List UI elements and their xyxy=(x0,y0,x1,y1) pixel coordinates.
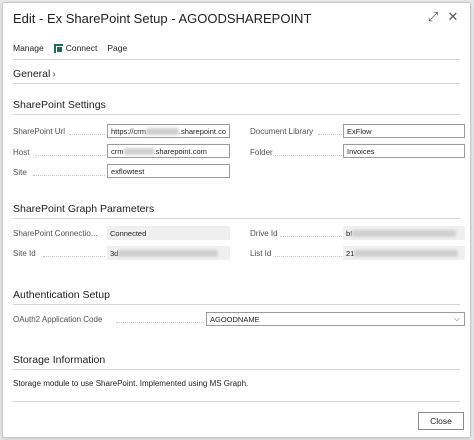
divider xyxy=(13,114,460,115)
oauth2-application-code-select[interactable]: AGOODNAME ⌵ xyxy=(206,312,465,326)
document-library-field[interactable]: ExFlow xyxy=(343,124,465,138)
divider xyxy=(13,83,460,84)
label-leader xyxy=(318,134,342,135)
label-leader xyxy=(43,256,105,257)
general-title: General xyxy=(13,68,51,80)
label-leader xyxy=(35,155,105,156)
label-leader xyxy=(280,236,342,237)
redacted-text xyxy=(354,249,459,257)
sharepoint-connection-label: SharePoint Connectio... xyxy=(13,229,98,238)
close-button[interactable]: Close xyxy=(418,412,464,430)
chevron-down-icon: ⌵ xyxy=(453,314,460,323)
sharepoint-settings-title: SharePoint Settings xyxy=(13,99,106,111)
list-id-value: 21 xyxy=(343,246,465,260)
host-prefix: crm xyxy=(111,146,124,156)
graph-parameters-title: SharePoint Graph Parameters xyxy=(13,203,155,215)
redacted-text xyxy=(123,147,154,155)
connect-label: Connect xyxy=(65,43,98,53)
divider xyxy=(13,401,460,402)
redacted-text xyxy=(118,249,219,257)
sharepoint-url-field[interactable]: https://crm .sharepoint.co xyxy=(107,124,230,138)
divider xyxy=(13,369,460,370)
action-bar: Manage Connect Page xyxy=(13,41,137,55)
divider xyxy=(13,59,460,60)
label-leader xyxy=(275,155,342,156)
drive-id-value: b! xyxy=(343,226,465,240)
label-leader xyxy=(116,322,204,323)
storage-description: Storage module to use SharePoint. Implem… xyxy=(13,379,249,388)
general-section-header[interactable]: General › xyxy=(13,68,56,80)
title-bar: Edit - Ex SharePoint Setup - AGOODSHAREP… xyxy=(3,3,470,33)
site-field[interactable]: exflowtest xyxy=(107,164,230,178)
redacted-text xyxy=(146,127,179,135)
connection-status-value: Connected xyxy=(107,226,230,240)
dialog-title: Edit - Ex SharePoint Setup - AGOODSHAREP… xyxy=(13,11,312,26)
expand-icon[interactable]: ⤢ xyxy=(426,9,440,24)
site-id-value: 3d xyxy=(107,246,230,260)
label-leader xyxy=(275,256,342,257)
authentication-setup-title: Authentication Setup xyxy=(13,289,110,301)
list-id-prefix: 21 xyxy=(346,248,355,258)
divider xyxy=(13,218,460,219)
close-icon[interactable]: ✕ xyxy=(446,9,460,24)
divider xyxy=(13,304,460,305)
oauth2-selected-value: AGOODNAME xyxy=(210,314,260,324)
url-suffix: .sharepoint.co xyxy=(178,126,226,136)
oauth2-application-code-label: OAuth2 Application Code xyxy=(13,315,103,324)
manage-menu[interactable]: Manage xyxy=(13,43,44,53)
connect-icon xyxy=(53,43,63,53)
setup-dialog: Edit - Ex SharePoint Setup - AGOODSHAREP… xyxy=(2,2,471,438)
storage-information-title: Storage Information xyxy=(13,354,106,366)
connect-button[interactable]: Connect xyxy=(53,43,98,53)
site-id-prefix: 3d xyxy=(110,248,119,258)
folder-field[interactable]: Invoices xyxy=(343,144,465,158)
chevron-right-icon: › xyxy=(52,68,56,80)
label-leader xyxy=(33,175,105,176)
redacted-text xyxy=(352,229,457,237)
url-prefix: https://crm xyxy=(111,126,147,136)
label-leader xyxy=(69,134,105,135)
host-field[interactable]: crm .sharepoint.com xyxy=(107,144,230,158)
host-suffix: .sharepoint.com xyxy=(153,146,207,156)
page-menu[interactable]: Page xyxy=(107,43,127,53)
